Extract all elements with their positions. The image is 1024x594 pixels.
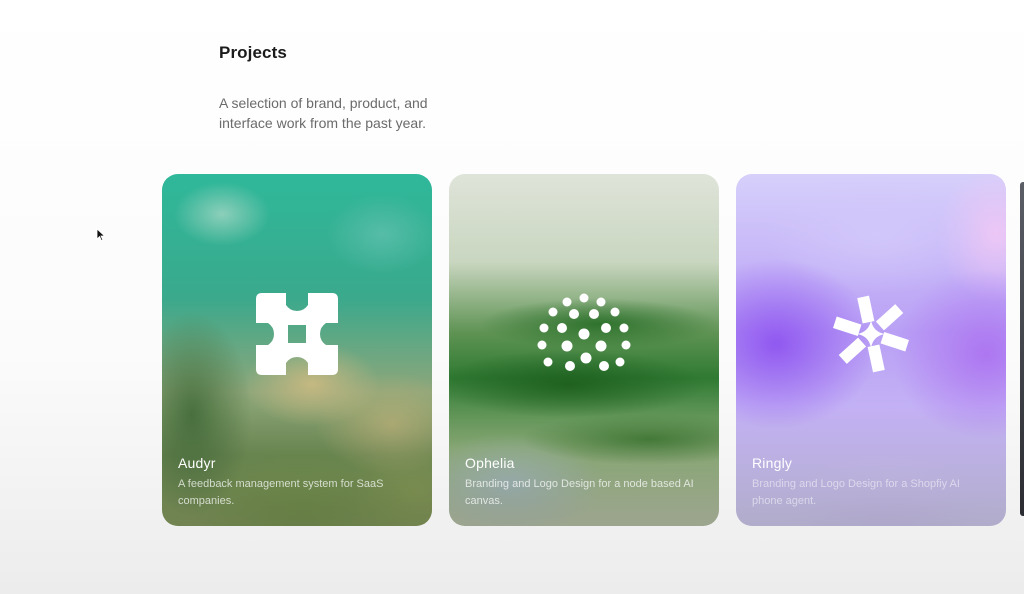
puzzle-cross-icon xyxy=(256,293,338,375)
project-card-ophelia[interactable]: Ophelia Branding and Logo Design for a n… xyxy=(449,174,719,526)
subtitle-line-2: interface work from the past year. xyxy=(219,115,426,131)
dot-arc-icon xyxy=(537,293,631,371)
subtitle-line-1: A selection of brand, product, and xyxy=(219,95,428,111)
project-name: Audyr xyxy=(178,455,216,471)
project-name: Ringly xyxy=(752,455,793,471)
project-card-ringly[interactable]: Ringly Branding and Logo Design for a Sh… xyxy=(736,174,1006,526)
project-name: Ophelia xyxy=(465,455,515,471)
mouse-cursor-icon xyxy=(96,228,106,242)
page-subtitle: A selection of brand, product, and inter… xyxy=(219,93,479,133)
asterisk-star-icon xyxy=(833,295,909,373)
project-description: Branding and Logo Design for a node base… xyxy=(465,478,694,507)
project-description: Branding and Logo Design for a Shopfiy A… xyxy=(752,478,960,507)
page-title: Projects xyxy=(219,43,287,62)
next-card-edge[interactable] xyxy=(1020,182,1024,516)
project-card-audyr[interactable]: Audyr A feedback management system for S… xyxy=(162,174,432,526)
project-description: A feedback management system for SaaS co… xyxy=(178,478,384,507)
projects-page: Projects A selection of brand, product, … xyxy=(0,0,1024,594)
